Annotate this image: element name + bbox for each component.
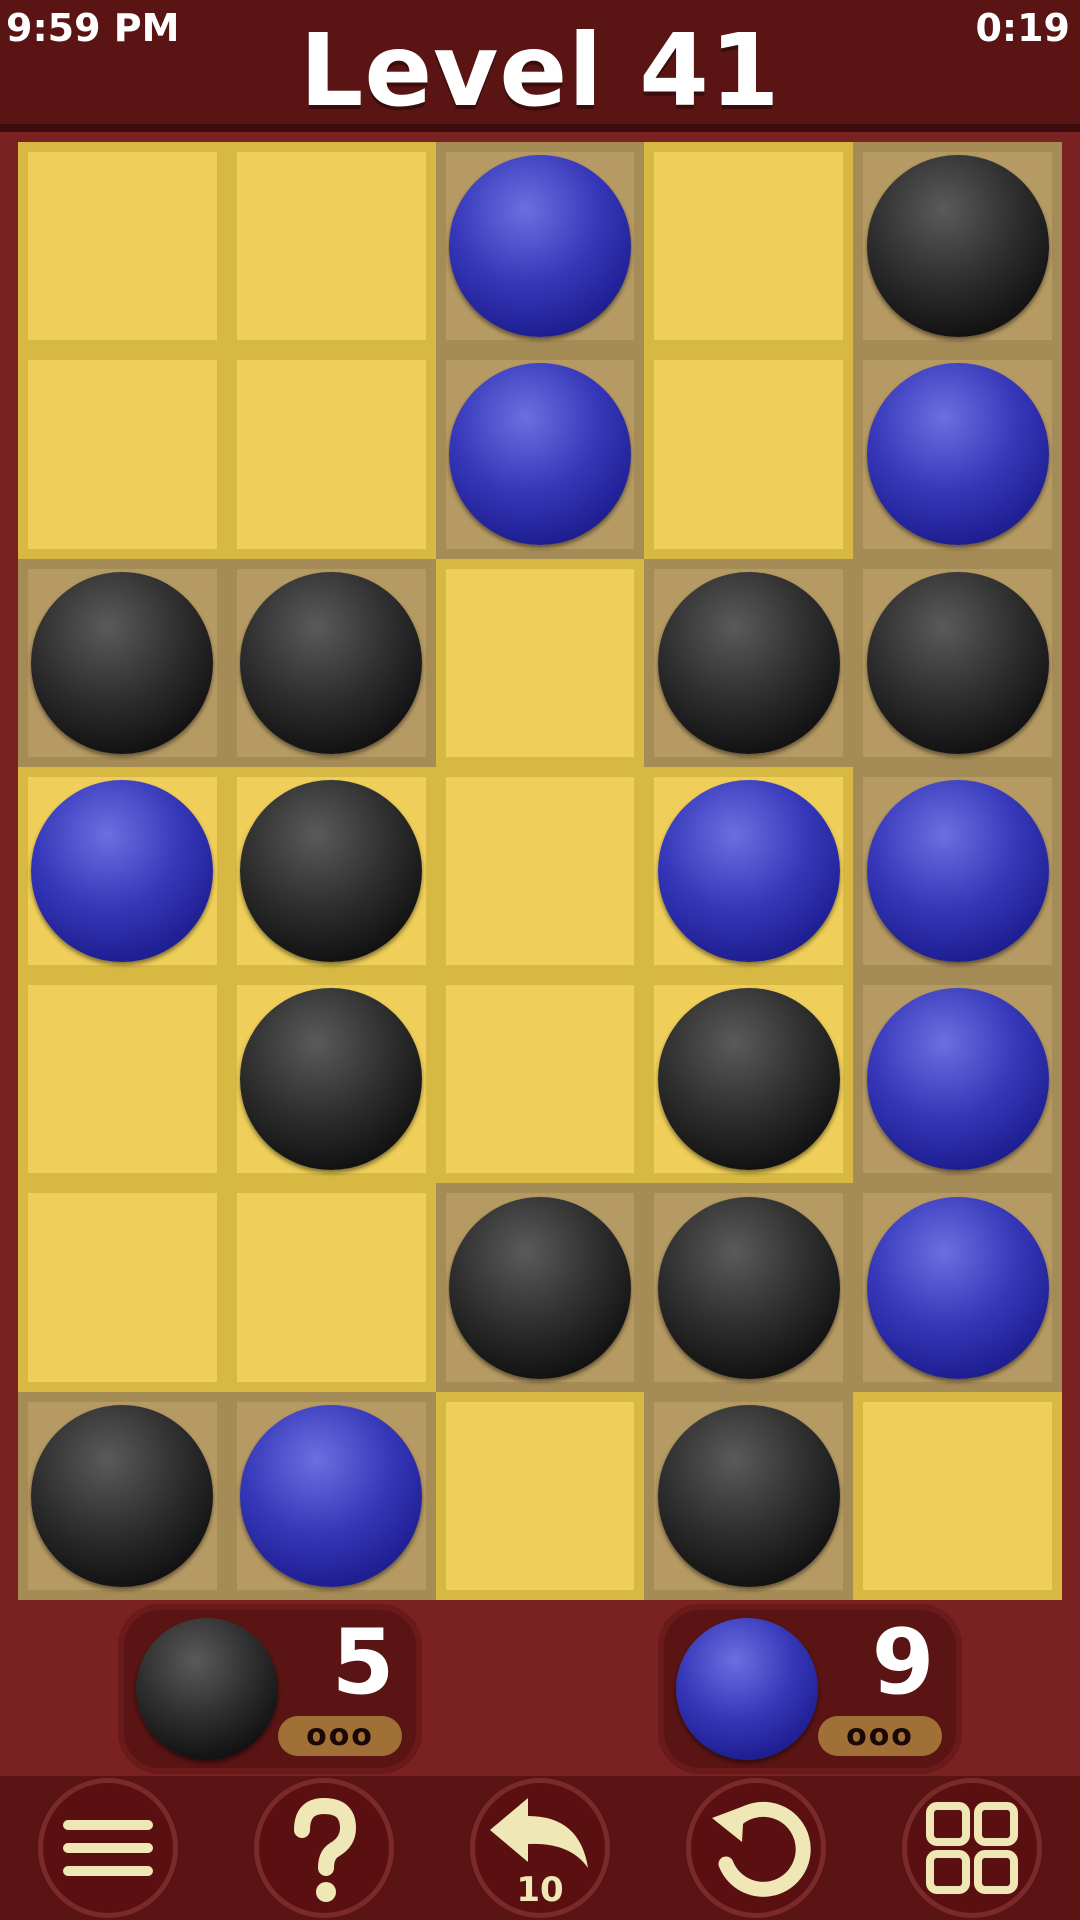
board-cell[interactable] [226, 766, 436, 976]
top-bar: 9:59 PM Level 41 0:19 [0, 0, 1080, 132]
restart-button[interactable] [686, 1778, 826, 1918]
black-ball[interactable] [448, 1196, 631, 1379]
grid-icon [926, 1802, 1018, 1894]
board-cell[interactable] [18, 142, 227, 351]
board-cell[interactable] [435, 1183, 645, 1392]
board-cell[interactable] [644, 558, 854, 767]
board-cell[interactable] [226, 142, 436, 351]
board-cell[interactable] [226, 975, 436, 1184]
blue-ball-icon [676, 1618, 818, 1760]
board-cell[interactable] [435, 1391, 645, 1600]
black-count: 5 [331, 1610, 395, 1715]
blue-count: 9 [871, 1610, 935, 1715]
blue-hint-dots: ooo [818, 1716, 942, 1756]
board-cell[interactable] [853, 1391, 1062, 1600]
board-cell[interactable] [435, 975, 645, 1184]
blue-ball[interactable] [866, 1196, 1049, 1379]
level-title: Level 41 [299, 12, 781, 129]
blue-ball[interactable] [866, 363, 1049, 546]
black-ball[interactable] [657, 1404, 840, 1587]
board-cell[interactable] [18, 1391, 227, 1600]
help-button[interactable] [254, 1778, 394, 1918]
board-cell[interactable] [853, 975, 1062, 1184]
board-cell[interactable] [435, 142, 645, 351]
black-ball[interactable] [657, 988, 840, 1171]
board-cell[interactable] [226, 350, 436, 559]
board-cell[interactable] [644, 766, 854, 976]
hamburger-icon [63, 1820, 153, 1876]
board-cell[interactable] [226, 558, 436, 767]
black-ball-icon [136, 1618, 278, 1760]
blue-score-panel: 9 ooo [658, 1604, 962, 1774]
board-cell[interactable] [853, 350, 1062, 559]
black-ball[interactable] [866, 571, 1049, 754]
black-ball[interactable] [31, 1404, 214, 1587]
black-score-panel: 5 ooo [118, 1604, 422, 1774]
black-ball[interactable] [240, 988, 423, 1171]
board-cell[interactable] [853, 766, 1062, 976]
blue-ball[interactable] [448, 363, 631, 546]
board-cell[interactable] [18, 975, 227, 1184]
board-cell[interactable] [853, 1183, 1062, 1392]
board-cell[interactable] [644, 975, 854, 1184]
restart-icon [712, 1801, 811, 1897]
black-ball[interactable] [657, 1196, 840, 1379]
menu-button[interactable] [38, 1778, 178, 1918]
blue-ball[interactable] [448, 155, 631, 338]
undo-count: 10 [516, 1870, 564, 1910]
black-ball[interactable] [657, 571, 840, 754]
board-cell[interactable] [226, 1183, 436, 1392]
question-icon [294, 1797, 357, 1902]
board-cell[interactable] [644, 1183, 854, 1392]
blue-ball[interactable] [240, 1404, 423, 1587]
board-cell[interactable] [853, 142, 1062, 351]
board-cell[interactable] [435, 766, 645, 976]
board-cell[interactable] [853, 558, 1062, 767]
blue-ball[interactable] [866, 988, 1049, 1171]
board-cell[interactable] [18, 1183, 227, 1392]
board-cell[interactable] [435, 558, 645, 767]
elapsed-timer: 0:19 [975, 6, 1070, 50]
black-hint-dots: ooo [278, 1716, 402, 1756]
board-cell[interactable] [226, 1391, 436, 1600]
board-cell[interactable] [644, 350, 854, 559]
board-cell[interactable] [435, 350, 645, 559]
board-cell[interactable] [18, 350, 227, 559]
blue-ball[interactable] [866, 779, 1049, 962]
black-ball[interactable] [240, 571, 423, 754]
board-cell[interactable] [644, 142, 854, 351]
black-ball[interactable] [866, 155, 1049, 338]
blue-ball[interactable] [31, 779, 214, 962]
black-ball[interactable] [240, 779, 423, 962]
levels-button[interactable] [902, 1778, 1042, 1918]
blue-ball[interactable] [657, 779, 840, 962]
black-ball[interactable] [31, 571, 214, 754]
undo-button[interactable]: 10 [470, 1778, 610, 1918]
game-board [18, 142, 1062, 1600]
board-cell[interactable] [644, 1391, 854, 1600]
board-cell[interactable] [18, 558, 227, 767]
board-cell[interactable] [18, 766, 227, 976]
